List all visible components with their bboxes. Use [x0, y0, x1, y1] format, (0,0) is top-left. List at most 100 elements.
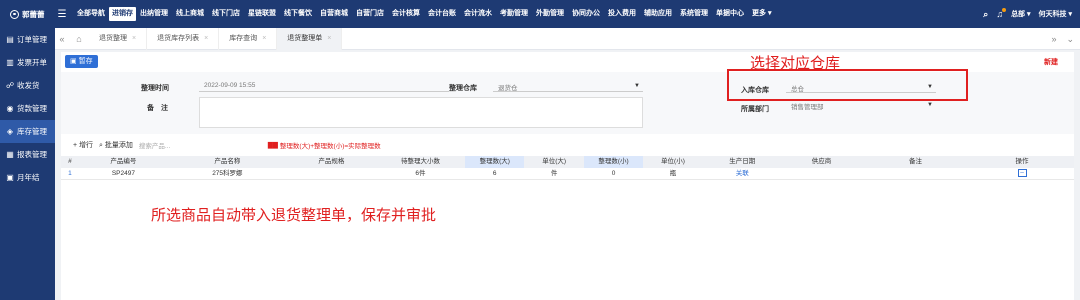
sidebar-item-2[interactable]: ☍ 收发货	[0, 74, 55, 97]
warehouse-dropdown-icon[interactable]: ▼	[634, 83, 640, 89]
sidebar-item-label: 库存管理	[17, 127, 47, 136]
tab-close-icon[interactable]: ×	[204, 28, 208, 50]
tab-3[interactable]: 退货整理单 ×	[277, 27, 343, 50]
nav-item-0[interactable]: 全部导航	[73, 0, 109, 28]
tab-close-icon[interactable]: ×	[132, 28, 136, 50]
tab-label: 退货整理单	[287, 34, 323, 42]
column-header: 供应商	[811, 158, 832, 165]
nav-item-3[interactable]: 线上商城	[172, 0, 208, 28]
nav-item-14[interactable]: 协同办公	[568, 0, 604, 28]
sidebar-item-5[interactable]: ▦ 报表管理	[0, 143, 55, 166]
save-draft-label: 暂存	[78, 57, 93, 65]
nav-item-7[interactable]: 自营商城	[316, 0, 352, 28]
tab-scroll-left-icon[interactable]: «	[55, 34, 69, 44]
column-header: 备注	[909, 158, 923, 165]
column-header: 整理数(小)	[583, 156, 644, 168]
table-cell	[782, 168, 861, 180]
tab-close-icon[interactable]: ×	[262, 28, 266, 50]
add-row-button[interactable]: + 增行	[73, 140, 93, 150]
sidebar-item-icon: ◉	[6, 104, 14, 113]
sidebar-item-3[interactable]: ◉ 货款管理	[0, 97, 55, 120]
table-cell: 275科罗娜	[212, 169, 243, 177]
sidebar-item-0[interactable]: ▤ 订单管理	[0, 28, 55, 51]
column-header: 产品名称	[214, 158, 241, 165]
sidebar-item-6[interactable]: ▣ 月年结	[0, 166, 55, 189]
main-content: ▣ 暂存 新建 整理时间 2022-09-09 15:55 整理仓库 退货仓 ▼…	[61, 52, 1074, 300]
table-cell	[861, 168, 970, 180]
nav-item-5[interactable]: 星链联盟	[244, 0, 280, 28]
nav-item-19[interactable]: 更多 ▾	[748, 0, 775, 28]
sidebar-item-4[interactable]: ◈ 库存管理	[0, 120, 55, 143]
nav-item-4[interactable]: 线下门店	[208, 0, 244, 28]
batch-add-button[interactable]: ⌕ 批量添加	[99, 140, 133, 150]
dept-label: 所属部门	[741, 106, 769, 113]
annotation-auto-fill: 所选商品自动带入退货整理单，保存并审批	[151, 207, 437, 224]
table-cell: 瓶	[669, 169, 677, 177]
chevron-down-icon[interactable]: ⌄	[1066, 34, 1074, 45]
link-cell[interactable]: 关联	[703, 168, 782, 180]
sidebar-item-icon: ▥	[6, 58, 14, 67]
table-cell: 1	[68, 169, 72, 177]
table-cell: 6	[492, 169, 497, 177]
column-header: 操作	[1015, 158, 1029, 165]
tab-0[interactable]: 退货整理 ×	[89, 27, 148, 50]
dept-dropdown-icon[interactable]: ▼	[927, 102, 933, 108]
top-navbar: 郭蕾蕾 ☰ 全部导航 进销存 出纳管理 线上商城 线下门店 星链联盟 线下餐饮 自营商城 自营门…	[0, 0, 1080, 28]
tabs: 退货整理 × 退货库存列表 × 库存查询 × 退货整理单 ×	[89, 27, 343, 50]
home-icon[interactable]: ⌂	[69, 34, 89, 44]
nav-item-9[interactable]: 会计核算	[388, 0, 424, 28]
items-table: # 产品编号 产品名称 产品规格 待整理大小数 整理数(大) 单位(大) 整理数(小) 单位(小…	[61, 156, 1074, 180]
nav-right: ⌕ ♫ 总部 ▾ 何天科技 ▾	[983, 0, 1080, 28]
sidebar-item-label: 收发货	[17, 81, 40, 90]
sidebar-item-label: 货款管理	[17, 104, 47, 113]
sidebar-item-label: 报表管理	[17, 150, 47, 159]
table-cell: 件	[550, 169, 558, 177]
nav-item-10[interactable]: 会计台账	[424, 0, 460, 28]
nav-item-1[interactable]: 进销存	[109, 7, 136, 21]
nav-item-2[interactable]: 出纳管理	[136, 0, 172, 28]
nav-item-6[interactable]: 线下餐饮	[280, 0, 316, 28]
company-switcher[interactable]: 何天科技 ▾	[1039, 9, 1072, 19]
warehouse-select[interactable]	[493, 78, 643, 92]
remark-textarea[interactable]	[199, 97, 643, 128]
sidebar-item-icon: ▦	[6, 150, 14, 159]
brand-name: 郭蕾蕾	[22, 9, 45, 19]
tab-close-icon[interactable]: ×	[327, 28, 331, 50]
search-icon: ⌕	[99, 142, 103, 149]
tab-bar: « ⌂ 退货整理 × 退货库存列表 × 库存查询 × 退货整理单 × » ⌄	[55, 27, 1080, 50]
row-remove-icon[interactable]: –	[1017, 168, 1027, 177]
tab-2[interactable]: 库存查询 ×	[219, 27, 278, 50]
bell-icon[interactable]: ♫	[996, 8, 1007, 19]
row-action-cell: –	[970, 168, 1074, 180]
nav-item-18[interactable]: 单据中心	[712, 0, 748, 28]
nav-item-17[interactable]: 系统管理	[676, 0, 712, 28]
notification-dot	[1002, 8, 1007, 12]
brand[interactable]: 郭蕾蕾	[0, 9, 55, 20]
tab-label: 库存查询	[229, 34, 258, 42]
sidebar-item-label: 订单管理	[17, 35, 47, 44]
nav-item-8[interactable]: 自营门店	[352, 0, 388, 28]
nav-item-16[interactable]: 辅助应用	[640, 0, 676, 28]
nav-item-15[interactable]: 投入费用	[604, 0, 640, 28]
nav-item-12[interactable]: 考勤管理	[496, 0, 532, 28]
table-cell: SP2497	[111, 169, 135, 177]
table-header: # 产品编号 产品名称 产品规格 待整理大小数 整理数(大) 单位(大) 整理数(小) 单位(小…	[61, 156, 1074, 168]
tab-label: 退货库存列表	[157, 34, 200, 42]
tab-1[interactable]: 退货库存列表 ×	[147, 27, 220, 50]
search-icon[interactable]: ⌕	[983, 9, 988, 20]
table-row[interactable]: 1 SP2497 275科罗娜 6件 6 件 0 瓶关联 –	[61, 168, 1074, 180]
sidebar-item-1[interactable]: ▥ 发票开单	[0, 51, 55, 74]
org-switcher[interactable]: 总部 ▾	[1011, 9, 1030, 19]
annotation-highlight-box	[727, 69, 968, 101]
sidebar-item-label: 发票开单	[17, 58, 47, 67]
nav-item-11[interactable]: 会计流水	[460, 0, 496, 28]
time-input[interactable]	[199, 78, 449, 92]
nav-item-13[interactable]: 外勤管理	[532, 0, 568, 28]
save-draft-button[interactable]: ▣ 暂存	[65, 54, 98, 68]
new-button[interactable]: 新建	[1044, 57, 1058, 67]
product-search-input[interactable]: 搜索产品...	[139, 140, 194, 150]
table-cell: 6件	[415, 169, 426, 177]
menu-icon[interactable]: ☰	[55, 9, 69, 20]
tab-scroll-right-icon[interactable]: »	[1051, 34, 1056, 44]
sidebar: ▤ 订单管理 ▥ 发票开单 ☍ 收发货 ◉ 货款管理 ◈ 库存管理 ▦ 报表管理 ▣ 月年结	[0, 28, 55, 300]
